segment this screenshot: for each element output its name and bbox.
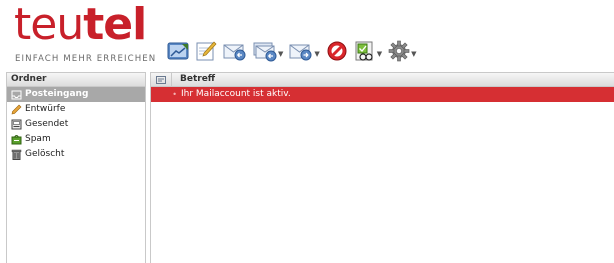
mark-button[interactable]: ▼ (354, 40, 382, 62)
folder-item-geloescht[interactable]: Gelöscht (7, 147, 145, 162)
mark-icon (355, 41, 373, 61)
folder-label: Gelöscht (25, 149, 65, 159)
refresh-mail-icon (167, 42, 189, 60)
reply-all-icon (253, 42, 277, 62)
folder-item-posteingang[interactable]: Posteingang (7, 87, 145, 102)
pencil-icon (11, 104, 22, 115)
message-list-panel: Betreff • Ihr Mailaccount ist aktiv. (150, 72, 614, 263)
get-mail-button[interactable] (167, 40, 189, 62)
reply-button[interactable] (223, 40, 247, 62)
folder-label: Spam (25, 134, 51, 144)
settings-dropdown-arrow[interactable]: ▼ (411, 50, 416, 58)
mail-toolbar: ▼ ▼ ▼ ▼ (167, 39, 423, 63)
message-row[interactable]: • Ihr Mailaccount ist aktiv. (151, 87, 614, 102)
delete-button[interactable] (326, 40, 348, 62)
mark-dropdown-arrow[interactable]: ▼ (377, 50, 382, 58)
folder-label: Entwürfe (25, 104, 66, 114)
header: teutel EINFACH MEHR ERREICHEN ▼ ▼ ▼ ▼ (0, 0, 614, 72)
logo-part-a: teu (14, 0, 84, 50)
spam-icon (11, 134, 22, 145)
column-header-subject[interactable]: Betreff (180, 73, 215, 86)
message-list-header: Betreff (151, 73, 614, 87)
logo-wordmark: teutel (14, 0, 147, 53)
reply-icon (223, 44, 246, 61)
unread-bullet: • (172, 90, 177, 99)
folder-item-spam[interactable]: Spam (7, 132, 145, 147)
forward-dropdown-arrow[interactable]: ▼ (314, 50, 319, 58)
teutel-logo[interactable]: teutel EINFACH MEHR ERREICHEN (14, 0, 162, 69)
folder-panel-header: Ordner (7, 73, 145, 87)
forward-button[interactable]: ▼ (289, 40, 320, 62)
logo-tagline: EINFACH MEHR ERREICHEN (15, 54, 157, 64)
folder-panel: Ordner Posteingang Entwürfe Gesendet Spa… (6, 72, 146, 263)
thread-icon[interactable] (151, 75, 171, 84)
message-subject: Ihr Mailaccount ist aktiv. (181, 89, 291, 99)
compose-button[interactable] (195, 40, 217, 62)
inbox-icon (11, 89, 22, 100)
column-divider (171, 73, 172, 86)
reply-all-button[interactable]: ▼ (253, 40, 283, 62)
reply-all-dropdown-arrow[interactable]: ▼ (278, 50, 283, 58)
folder-label: Gesendet (25, 119, 69, 129)
sent-icon (11, 119, 22, 130)
delete-icon (327, 41, 347, 61)
settings-gear-icon (388, 40, 410, 62)
folder-item-gesendet[interactable]: Gesendet (7, 117, 145, 132)
folder-label: Posteingang (25, 89, 89, 99)
logo-part-b: tel (83, 0, 147, 50)
compose-icon (196, 41, 217, 61)
settings-button[interactable]: ▼ (388, 40, 417, 62)
trash-icon (11, 149, 22, 160)
forward-icon (289, 44, 312, 61)
folder-item-entwuerfe[interactable]: Entwürfe (7, 102, 145, 117)
